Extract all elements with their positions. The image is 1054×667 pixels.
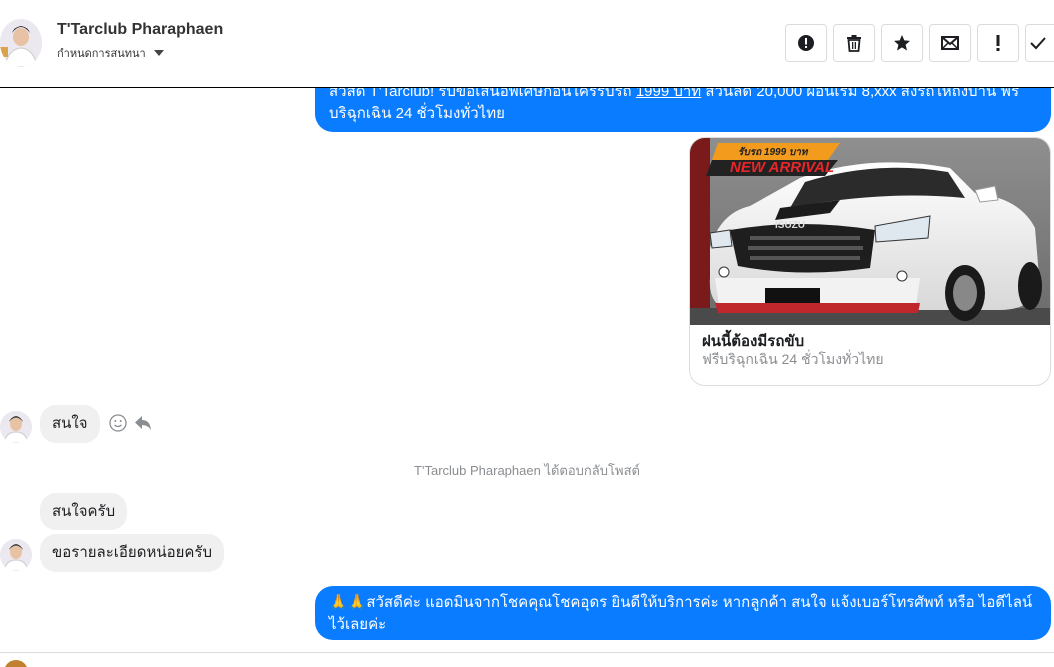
check-icon (1030, 37, 1046, 50)
react-smile-icon[interactable] (109, 414, 127, 432)
star-icon (894, 35, 910, 51)
composer-avatar (4, 660, 28, 667)
incoming-message-details-request: ขอรายละเอียดหน่อยครับ (40, 534, 224, 572)
conversation-header: T'Tarclub Pharaphaen กำหนดการสนทนา (0, 0, 1054, 88)
conversation-label-dropdown[interactable]: กำหนดการสนทนา (57, 44, 164, 62)
card-subtitle: ฟรีบริฉุกเฉิน 24 ชั่วโมงทั่วไทย (702, 351, 884, 367)
car-photo: ISUZU รับรถ 1999 บาท NEW ARRIVAL (690, 138, 1050, 325)
delete-button[interactable] (833, 24, 875, 62)
mark-done-button[interactable] (1025, 24, 1054, 62)
system-reply-note: T'Tarclub Pharaphaen ได้ตอบกลับโพสต์ (414, 463, 640, 478)
svg-text:ISUZU: ISUZU (775, 220, 805, 231)
incoming-message-interested: สนใจ (40, 405, 100, 443)
report-spam-button[interactable] (785, 24, 827, 62)
incoming-message-interested-krab: สนใจครับ (40, 493, 128, 530)
composer-divider (0, 652, 1054, 653)
star-button[interactable] (881, 24, 923, 62)
sender-avatar[interactable] (0, 411, 32, 443)
report-icon (798, 35, 814, 51)
envelope-icon (941, 36, 959, 50)
mark-unread-button[interactable] (929, 24, 971, 62)
banner-top-text: รับรถ 1999 บาท (738, 146, 809, 158)
sender-avatar-2[interactable] (0, 539, 32, 571)
conversation-label-text: กำหนดการสนทนา (57, 48, 146, 60)
reply-icon[interactable] (134, 414, 152, 432)
contact-avatar[interactable] (0, 19, 42, 67)
exclamation-icon (996, 35, 1000, 51)
caret-down-icon (153, 50, 164, 56)
outgoing-admin-reply: 🙏🙏สวัสดีค่ะ แอดมินจากโชคคุณโชคอุดร ยินดี… (315, 586, 1051, 640)
promo-line-2: บริฉุกเฉิน 24 ชั่วโมงทั่วไทย (329, 105, 505, 122)
contact-name: T'Tarclub Pharaphaen (57, 21, 224, 38)
admin-reply-line-1: 🙏🙏สวัสดีค่ะ แอดมินจากโชคคุณโชคอุดร ยินดี… (329, 594, 1033, 611)
admin-reply-line-2: ไว้เลยค่ะ (329, 616, 387, 633)
banner-main-text: NEW ARRIVAL (730, 159, 834, 176)
mark-important-button[interactable] (977, 24, 1019, 62)
trash-icon (847, 35, 861, 52)
promo-card[interactable]: ISUZU รับรถ 1999 บาท NEW ARRIVAL ฝนนี้ต้… (689, 137, 1051, 386)
